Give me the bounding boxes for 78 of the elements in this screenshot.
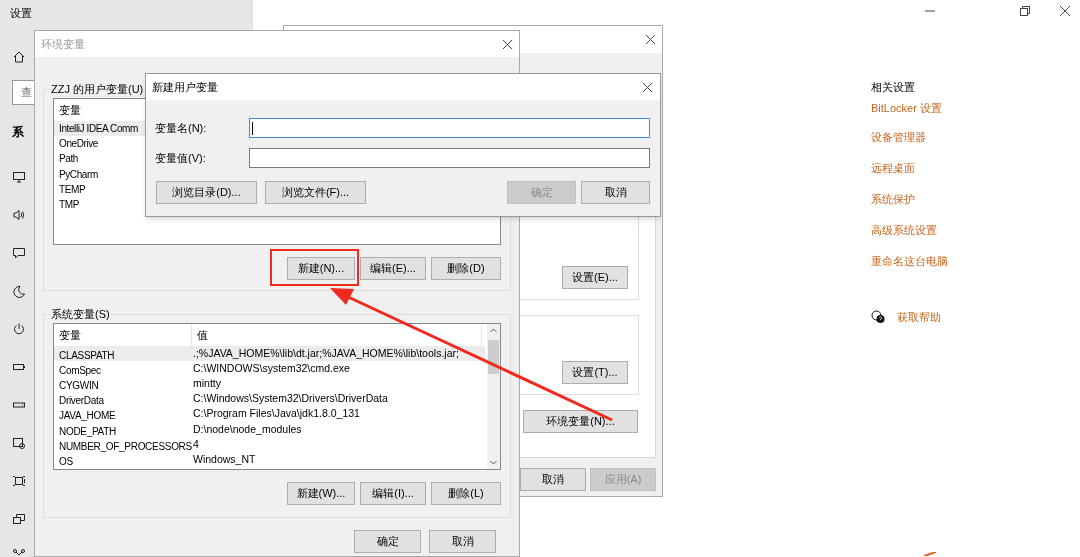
list-row[interactable]: NODE_PATH D:\node\node_modules [54, 421, 485, 438]
group-label: 系统变量(S) [50, 306, 111, 323]
dialog-button[interactable]: 环境变量(N)... [523, 410, 638, 433]
list-row[interactable]: OS Windows_NT [54, 452, 485, 468]
variable-name: PyCharm [58, 167, 98, 182]
variable-value: C:\Windows\System32\Drivers\DriverData [192, 391, 388, 407]
settings-link[interactable]: 设备管理器 [871, 128, 948, 159]
window-title: 设置 [10, 6, 32, 21]
variable-name: CYGWIN [59, 379, 99, 391]
close-icon [502, 38, 513, 50]
variable-name: NUMBER_OF_PROCESSORS [59, 440, 192, 452]
message-icon [12, 246, 26, 260]
moon-icon [12, 285, 26, 299]
variable-name: JAVA_HOME [59, 410, 116, 422]
project-icon [12, 512, 26, 526]
dialog-button[interactable]: 编辑(E)... [360, 257, 426, 280]
field-label: 变量名(N): [155, 120, 208, 136]
restore-icon [1020, 6, 1030, 16]
dialog-button[interactable]: 取消 [581, 181, 650, 204]
variable-name: ComSpec [59, 364, 101, 376]
variable-name: OneDrive [58, 137, 99, 152]
close-icon [645, 34, 656, 45]
variable-list[interactable] [53, 323, 501, 470]
close-icon [1060, 6, 1070, 16]
variable-name: CLASSPATH [59, 349, 115, 361]
list-row[interactable]: CLASSPATH .;%JAVA_HOME%\lib\dt.jar;%JAVA_HOME%\lib\tools.jar; [54, 346, 485, 362]
dialog-button[interactable]: 删除(L) [431, 482, 501, 505]
dialog-button[interactable]: 编辑(I)... [360, 482, 426, 505]
chat-help-icon [871, 310, 885, 325]
display-icon [12, 170, 26, 184]
tablet-pen-icon [12, 436, 26, 450]
variable-value: C:\WINDOWS\system32\cmd.exe [192, 360, 350, 376]
close-icon [642, 81, 653, 93]
variable-value: Windows_NT [192, 452, 256, 468]
multitask-icon [12, 474, 26, 488]
variable-value: C:\Program Files\Java\jdk1.8.0_131 [192, 406, 360, 422]
variable-value: mintty [192, 376, 221, 392]
settings-link[interactable]: 远程桌面 [871, 159, 948, 190]
settings-link[interactable]: 重命名这台电脑 [871, 252, 948, 283]
window-title: 新建用户变量 [152, 79, 218, 95]
dialog-button[interactable]: 浏览目录(D)... [156, 181, 257, 204]
variable-name: NODE_PATH [59, 425, 116, 437]
dialog-button[interactable]: 删除(D) [431, 257, 501, 280]
input-field[interactable] [248, 148, 650, 168]
dialog-button[interactable]: 确定 [354, 530, 421, 553]
nav-heading: 系 [12, 124, 24, 141]
list-row[interactable]: JAVA_HOME C:\Program Files\Java\jdk1.8.0_131 [54, 406, 485, 422]
variable-name: IntelliJ IDEA Comm [58, 122, 138, 137]
group-label: ZZJ 的用户变量(U) [50, 81, 145, 98]
dialog-button[interactable]: 新建(W)... [287, 482, 355, 505]
field-label: 变量值(V): [155, 150, 207, 166]
list-row[interactable]: ComSpec C:\WINDOWS\system32\cmd.exe [54, 361, 485, 377]
annotation-stroke [924, 552, 936, 556]
window-title: 环境变量 [41, 36, 85, 52]
variable-value: .;%JAVA_HOME%\lib\dt.jar;%JAVA_HOME%\lib\tools.jar; [192, 345, 459, 361]
list-row[interactable]: CYGWIN mintty [54, 376, 485, 392]
input-field[interactable] [248, 118, 650, 138]
home-icon [12, 50, 26, 64]
variable-name: DriverData [59, 395, 104, 407]
variable-name: OS [59, 455, 73, 467]
variable-value: D:\node\node_modules [192, 421, 302, 437]
settings-link[interactable]: 高级系统设置 [871, 221, 948, 252]
dialog-button[interactable]: 新建(N)... [287, 257, 355, 280]
help-link[interactable]: 获取帮助 [897, 309, 941, 326]
power-icon [12, 322, 26, 336]
dialog-button[interactable]: 设置(T)... [562, 361, 628, 384]
variable-value: 4 [192, 436, 199, 452]
dialog-button[interactable]: 取消 [520, 468, 586, 491]
variable-name: TMP [58, 198, 79, 213]
dialog-button[interactable]: 浏览文件(F)... [265, 181, 366, 204]
dialog-button[interactable]: 取消 [429, 530, 496, 553]
list-row[interactable]: DriverData C:\Windows\System32\Drivers\DriverData [54, 391, 485, 407]
list-row[interactable]: NUMBER_OF_PROCESSORS4 [54, 437, 485, 453]
section-heading: 相关设置 [871, 80, 916, 95]
dialog-button[interactable]: 设置(E)... [562, 266, 628, 289]
settings-link[interactable]: BitLocker 设置 [871, 97, 948, 128]
speaker-icon [12, 208, 26, 222]
settings-link[interactable]: 系统保护 [871, 190, 948, 221]
